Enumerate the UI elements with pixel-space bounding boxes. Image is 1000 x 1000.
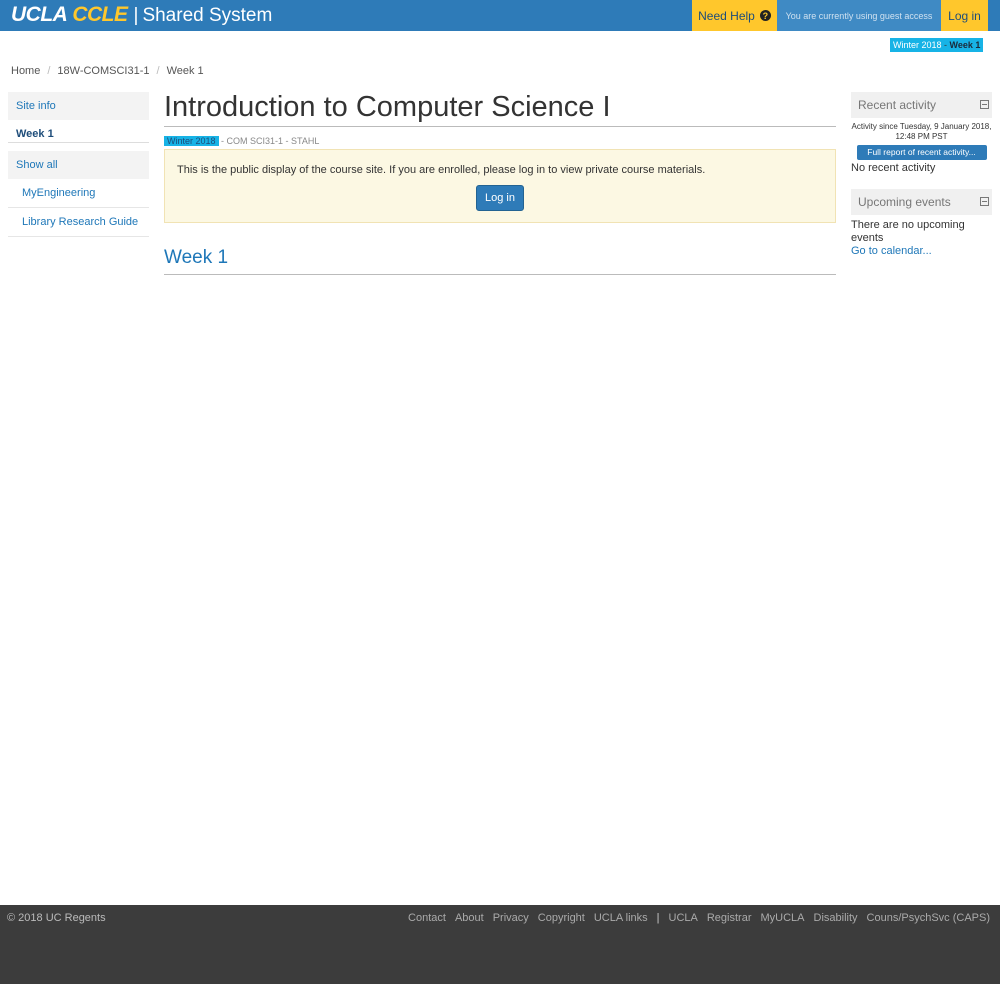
go-to-calendar-link[interactable]: Go to calendar...: [851, 245, 992, 257]
nav-link-library-guide[interactable]: Library Research Guide: [8, 208, 149, 237]
course-menu: Site info Week 1 Show all MyEngineering …: [8, 92, 149, 237]
footer-link-ucla-links[interactable]: UCLA links: [594, 912, 648, 924]
no-upcoming-events: There are no upcoming events: [851, 219, 965, 244]
public-display-notice: This is the public display of the course…: [164, 149, 836, 223]
main-content: Introduction to Computer Science I Winte…: [164, 92, 836, 291]
activity-since: Activity since Tuesday, 9 January 2018, …: [851, 122, 992, 141]
nav-show-all[interactable]: Show all: [8, 151, 149, 179]
course-code: - COM SCI31-1 - STAHL: [218, 136, 320, 146]
footer-link-registrar[interactable]: Registrar: [707, 912, 752, 924]
brand-ucla: UCLA: [11, 3, 68, 26]
term-label: Winter 2018: [164, 136, 219, 146]
notice-login-button[interactable]: Log in: [476, 185, 524, 211]
nav-link-myengineering[interactable]: MyEngineering: [8, 179, 149, 208]
recent-activity-title: Recent activity: [858, 98, 937, 112]
footer-link-about[interactable]: About: [455, 912, 484, 924]
footer-link-contact[interactable]: Contact: [408, 912, 446, 924]
upcoming-events-block: Upcoming events There are no upcoming ev…: [851, 189, 992, 257]
footer-link-caps[interactable]: Couns/PsychSvc (CAPS): [867, 912, 990, 924]
term-badge-separator: -: [941, 40, 950, 50]
term-badge-term: Winter 2018: [893, 40, 942, 50]
question-icon: ?: [759, 10, 771, 21]
upcoming-events-header: Upcoming events: [851, 189, 992, 215]
course-subtitle: Winter 2018 - COM SCI31-1 - STAHL: [164, 135, 836, 147]
breadcrumb: Home / 18W-COMSCI31-1 / Week 1: [11, 65, 204, 77]
upcoming-events-title: Upcoming events: [858, 195, 951, 209]
footer-link-ucla[interactable]: UCLA: [669, 912, 698, 924]
no-recent-activity: No recent activity: [851, 162, 936, 174]
copyright-text: © 2018 UC Regents: [7, 912, 106, 924]
footer-link-copyright[interactable]: Copyright: [538, 912, 585, 924]
top-navbar: UCLA CCLE | Shared System Need Help ? Yo…: [0, 0, 1000, 31]
nav-week-1[interactable]: Week 1: [8, 120, 149, 143]
brand-ccle: CCLE: [72, 3, 128, 26]
footer-link-myucla[interactable]: MyUCLA: [760, 912, 804, 924]
breadcrumb-home[interactable]: Home: [11, 65, 40, 77]
guest-access-notice: You are currently using guest access: [777, 0, 941, 31]
term-week-badge: Winter 2018 - Week 1: [890, 38, 984, 52]
recent-activity-header: Recent activity: [851, 92, 992, 118]
site-logo[interactable]: UCLA CCLE | Shared System: [11, 3, 272, 29]
footer-links: Contact About Privacy Copyright UCLA lin…: [408, 912, 990, 924]
page-footer: © 2018 UC Regents Contact About Privacy …: [0, 905, 1000, 984]
breadcrumb-week[interactable]: Week 1: [167, 65, 204, 77]
breadcrumb-course[interactable]: 18W-COMSCI31-1: [57, 65, 149, 77]
footer-link-privacy[interactable]: Privacy: [493, 912, 529, 924]
need-help-button[interactable]: Need Help ?: [692, 0, 777, 31]
nav-site-info[interactable]: Site info: [8, 92, 149, 120]
collapse-icon[interactable]: [980, 197, 989, 206]
full-report-button[interactable]: Full report of recent activity...: [856, 145, 987, 160]
page-title: Introduction to Computer Science I: [164, 92, 836, 127]
notice-text: This is the public display of the course…: [177, 164, 706, 176]
breadcrumb-divider: /: [156, 65, 160, 77]
term-badge-week: Week 1: [949, 40, 981, 50]
collapse-icon[interactable]: [980, 100, 989, 109]
section-title: Week 1: [164, 245, 836, 275]
brand-system: Shared System: [142, 5, 273, 26]
need-help-label: Need Help: [698, 8, 755, 23]
breadcrumb-divider: /: [47, 65, 51, 77]
footer-separator: |: [656, 912, 660, 924]
recent-activity-block: Recent activity Activity since Tuesday, …: [851, 92, 992, 174]
brand-separator: |: [133, 5, 139, 26]
footer-link-disability[interactable]: Disability: [814, 912, 858, 924]
header-login-button[interactable]: Log in: [941, 0, 988, 31]
